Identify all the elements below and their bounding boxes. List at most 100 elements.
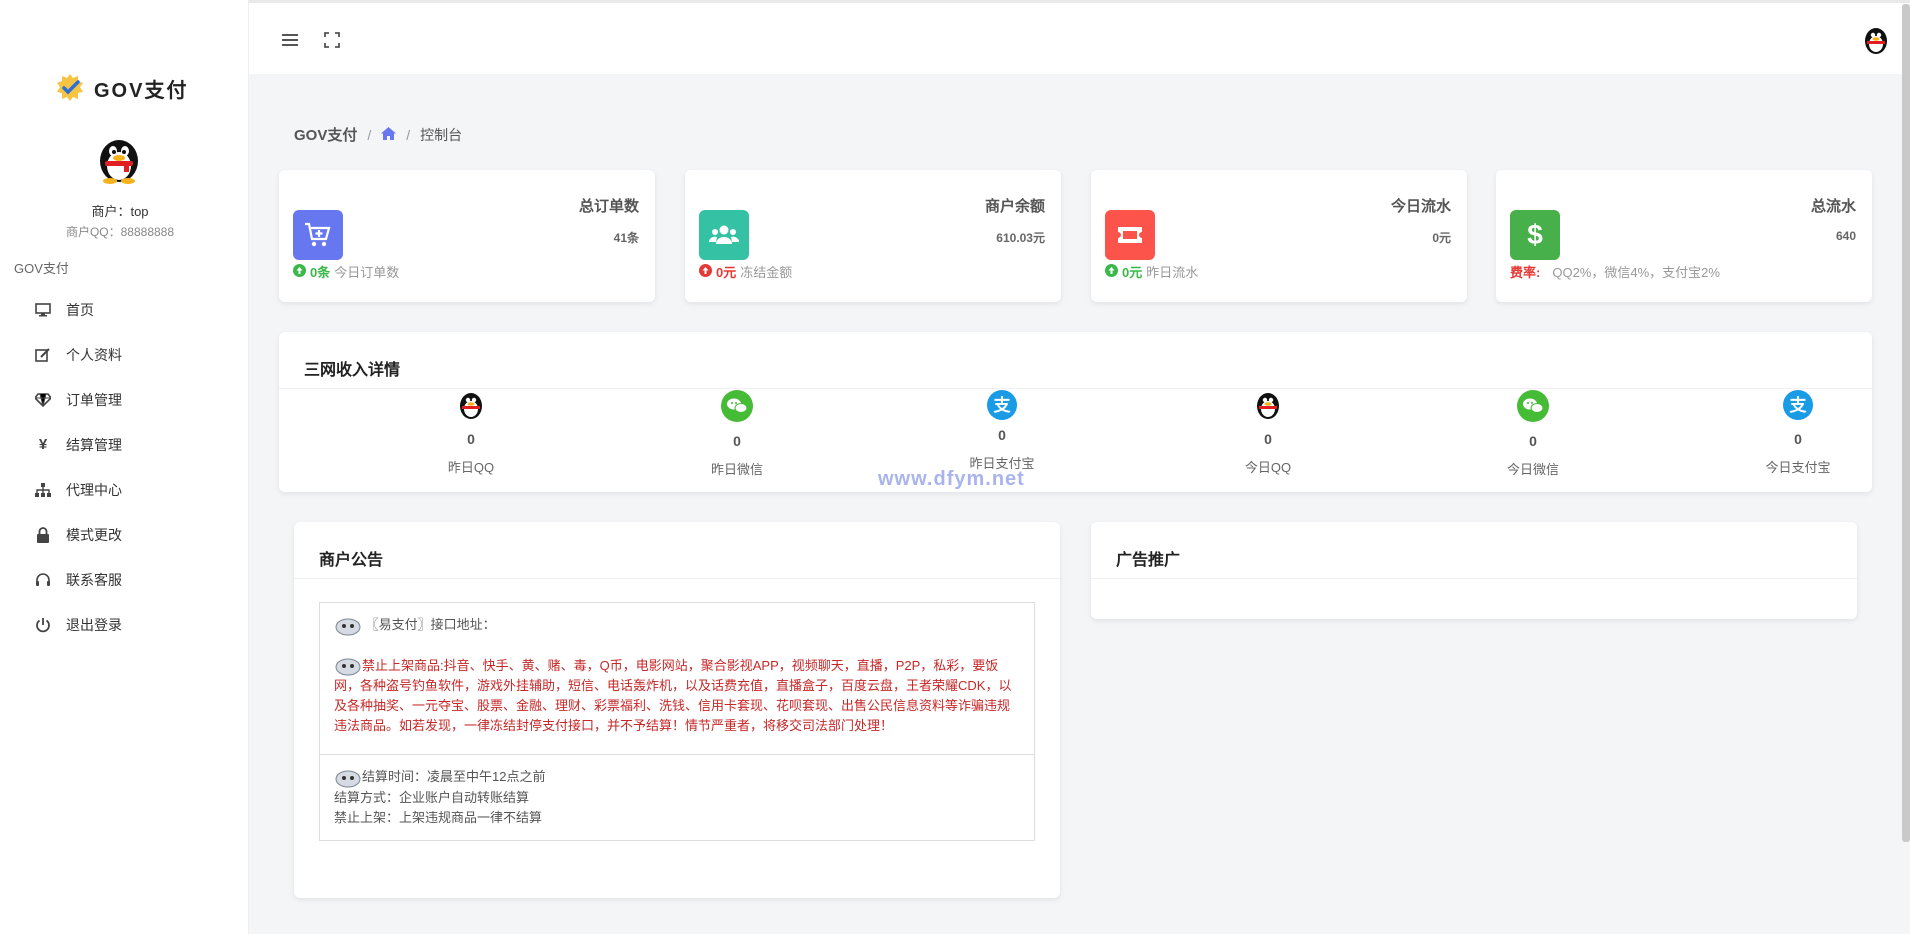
sidebar-item-label: 退出登录: [66, 616, 122, 633]
diamond-icon: [34, 391, 52, 409]
income-item: 0 今日微信: [1473, 390, 1593, 478]
stat-footer-label: 昨日流水: [1146, 265, 1199, 280]
sidebar-item-label: 代理中心: [66, 481, 122, 498]
qq-icon: [1257, 393, 1279, 419]
ads-card: 广告推广: [1091, 522, 1857, 619]
fee-label: 费率:: [1510, 265, 1541, 280]
sidebar-item-home[interactable]: 首页: [0, 287, 248, 332]
stat-value: 640: [1835, 229, 1856, 243]
sidebar-item-label: 个人资料: [66, 346, 122, 363]
home-icon[interactable]: [381, 126, 397, 143]
income-item: 0 昨日微信: [677, 390, 797, 478]
alipay-icon: 支: [1783, 390, 1813, 420]
notice-row: 结算时间：凌晨至中午12点之前 结算方式：企业账户自动转账结算 禁止上架：上架违…: [320, 754, 1034, 840]
divider: [294, 578, 1060, 579]
user-avatar-icon[interactable]: [1862, 25, 1890, 55]
nav-section-title: GOV支付: [14, 261, 69, 276]
sidebar: GOV支付 商户：top 商户QQ：88888888 GOV支付 首页 个人资料…: [0, 0, 249, 934]
brand-name: GOV支付: [94, 79, 189, 102]
sidebar-item-label: 首页: [66, 301, 94, 318]
monitor-icon: [34, 301, 52, 319]
sidebar-item-settlement[interactable]: ¥ 结算管理: [0, 422, 248, 467]
stat-card-total-flow: 总流水 640 $ 费率: QQ2%，微信4%，支付宝2%: [1496, 170, 1872, 302]
income-item: 0 昨日QQ: [411, 390, 531, 476]
notice-title: 商户公告: [319, 552, 384, 569]
stat-card-balance: 商户余额 610.03元 0元 冻结金额: [685, 170, 1061, 302]
svg-text:支: 支: [994, 395, 1012, 416]
fullscreen-icon[interactable]: [321, 29, 343, 51]
stat-footer-value: 0元: [1122, 265, 1143, 280]
sidebar-item-mode[interactable]: 模式更改: [0, 512, 248, 557]
income-value: 0: [1264, 431, 1272, 447]
edit-icon: [34, 346, 52, 364]
stat-title: 总订单数: [578, 198, 639, 215]
lock-icon: [34, 526, 52, 544]
stat-footer-value: 0元: [716, 265, 737, 280]
stat-card-total-orders: 总订单数 41条 0条 今日订单数: [279, 170, 655, 302]
income-title: 三网收入详情: [304, 362, 401, 379]
alipay-icon: 支: [987, 390, 1017, 420]
stat-footer: 0元 冻结金额: [699, 262, 792, 281]
users-icon: [699, 210, 749, 260]
income-value: 0: [1529, 433, 1537, 449]
emoji-icon: [334, 616, 362, 636]
stat-title: 总流水: [1810, 198, 1856, 215]
stat-footer: 费率: QQ2%，微信4%，支付宝2%: [1510, 262, 1720, 281]
sidebar-item-label: 结算管理: [66, 436, 122, 453]
arrow-up-circle-icon: [1105, 263, 1118, 280]
notice-prohibited-text: 禁止上架商品:抖音、快手、黄、赌、毒，Q币，电影网站，聚合影视APP，视频聊天，…: [334, 657, 1012, 734]
hamburger-icon[interactable]: [279, 29, 301, 51]
merchant-name: 商户：top: [91, 204, 149, 219]
stat-value: 41条: [613, 231, 639, 245]
stat-footer: 0元 昨日流水: [1105, 262, 1198, 281]
sidebar-item-support[interactable]: 联系客服: [0, 557, 248, 602]
notice-row: 〖易支付〗接口地址： 禁止上架商品:抖音、快手、黄、赌、毒，Q币，电影网站，聚合…: [320, 603, 1034, 754]
qq-penguin-avatar: [100, 140, 138, 184]
ticket-icon: [1105, 210, 1155, 260]
notice-api-line: 〖易支付〗接口地址：: [365, 617, 496, 632]
income-label: 今日支付宝: [1765, 460, 1831, 475]
notice-settle-time: 结算时间：凌晨至中午12点之前: [362, 769, 546, 785]
breadcrumb-separator: /: [367, 126, 372, 143]
yen-icon: ¥: [38, 436, 48, 453]
income-label: 今日微信: [1506, 462, 1559, 477]
fee-rates: QQ2%，微信4%，支付宝2%: [1552, 265, 1720, 280]
income-value: 0: [733, 433, 741, 449]
stat-value: 0元: [1432, 231, 1451, 245]
stat-footer-value: 0条: [310, 265, 331, 280]
breadcrumb: GOV支付 / / 控制台: [294, 124, 462, 145]
income-value: 0: [467, 431, 475, 447]
brand-logo[interactable]: GOV支付: [54, 72, 188, 104]
stat-footer: 0条 今日订单数: [293, 262, 399, 281]
income-label: 今日QQ: [1244, 460, 1292, 475]
breadcrumb-root[interactable]: GOV支付: [294, 124, 357, 145]
divider: [1091, 578, 1857, 579]
income-item: 0 今日QQ: [1208, 390, 1328, 476]
svg-text:支: 支: [1790, 395, 1808, 416]
topbar: [249, 0, 1910, 74]
stat-footer-label: 冻结金额: [740, 265, 793, 280]
sidebar-item-orders[interactable]: 订单管理: [0, 377, 248, 422]
breadcrumb-current: 控制台: [420, 126, 463, 143]
divider: [279, 388, 1872, 389]
ads-title: 广告推广: [1116, 552, 1181, 569]
notice-settle-method: 结算方式：企业账户自动转账结算: [334, 789, 530, 805]
income-label: 昨日QQ: [447, 460, 495, 475]
sidebar-item-logout[interactable]: 退出登录: [0, 602, 248, 647]
sidebar-item-profile[interactable]: 个人资料: [0, 332, 248, 377]
emoji-icon: [334, 656, 362, 676]
watermark: www.dfym.net: [878, 468, 1025, 490]
notice-prohibited-goods: 禁止上架商品:抖音、快手、黄、赌、毒，Q币，电影网站，聚合影视APP，视频聊天，…: [334, 656, 1020, 737]
arrow-up-circle-icon: [699, 263, 712, 280]
wechat-icon: [721, 390, 753, 422]
sidebar-item-agent[interactable]: 代理中心: [0, 467, 248, 512]
arrow-up-circle-icon: [293, 263, 306, 280]
stat-card-today-flow: 今日流水 0元 0元 昨日流水: [1091, 170, 1467, 302]
income-value: 0: [1794, 431, 1802, 447]
page-scrollbar[interactable]: [1902, 4, 1910, 842]
sidebar-nav: 首页 个人资料 订单管理 ¥ 结算管理 代理中心 模式更改 联系客服 退出登录: [0, 287, 248, 647]
notice-content: 〖易支付〗接口地址： 禁止上架商品:抖音、快手、黄、赌、毒，Q币，电影网站，聚合…: [319, 602, 1035, 841]
notice-card: 商户公告 〖易支付〗接口地址： 禁止上架商品:抖音、快手、黄、赌、毒，Q币，电影…: [294, 522, 1060, 898]
headset-icon: [34, 571, 52, 589]
sidebar-item-label: 订单管理: [66, 391, 122, 408]
